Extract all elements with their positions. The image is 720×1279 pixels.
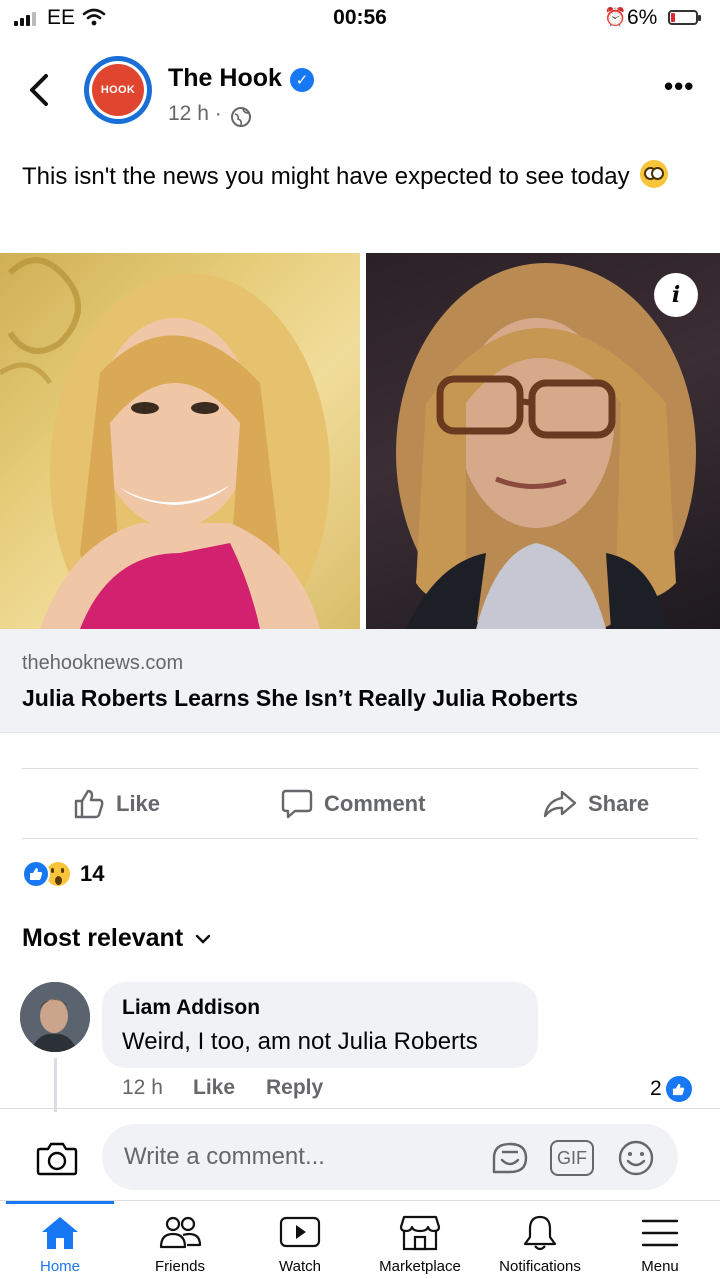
tab-marketplace[interactable]: Marketplace xyxy=(360,1212,480,1275)
post-text: This isn't the news you might have expec… xyxy=(22,156,682,198)
emoji-icon[interactable] xyxy=(614,1136,658,1180)
battery-icon xyxy=(668,10,701,25)
tab-friends-label: Friends xyxy=(154,1258,206,1275)
info-icon[interactable]: i xyxy=(654,273,698,317)
reactions-summary[interactable]: 14 xyxy=(22,858,104,890)
camera-icon[interactable] xyxy=(36,1140,78,1176)
share-label: Share xyxy=(588,791,650,816)
comment-sort-dropdown[interactable]: Most relevant xyxy=(22,924,211,953)
post-timestamp[interactable]: 12 h · xyxy=(168,102,222,126)
tab-notifications-label: Notifications xyxy=(499,1258,581,1275)
back-arrow-icon[interactable] xyxy=(24,72,54,108)
share-icon xyxy=(543,790,577,818)
divider xyxy=(22,838,698,839)
like-button[interactable]: Like xyxy=(72,784,160,824)
divider xyxy=(22,768,698,769)
home-icon xyxy=(42,1217,78,1249)
tab-home[interactable]: Home xyxy=(0,1212,120,1275)
post-image-left[interactable] xyxy=(0,253,360,629)
bell-icon xyxy=(523,1215,557,1251)
comment-likes[interactable]: 2 xyxy=(650,1076,692,1102)
menu-icon xyxy=(641,1219,679,1247)
like-reaction-icon xyxy=(665,1076,692,1102)
alarm-icon: ⏰ xyxy=(604,7,627,27)
page-name[interactable]: The Hook xyxy=(168,64,282,93)
post-text-content: This isn't the news you might have expec… xyxy=(22,163,630,190)
comment-input-placeholder[interactable]: Write a comment... xyxy=(124,1143,325,1171)
thumbs-up-icon xyxy=(74,789,104,819)
comment-time[interactable]: 12 h xyxy=(122,1076,163,1100)
active-tab-indicator xyxy=(6,1201,114,1204)
more-options-icon[interactable]: ••• xyxy=(664,73,694,99)
comment-avatar[interactable] xyxy=(20,982,90,1052)
comment-button[interactable]: Comment xyxy=(280,784,425,824)
like-label: Like xyxy=(116,791,161,816)
status-bar: EE 00:56 ⏰ 6% xyxy=(0,0,720,38)
gif-button[interactable]: GIF xyxy=(550,1140,594,1176)
watch-icon xyxy=(279,1216,321,1248)
comment-like-button[interactable]: Like xyxy=(193,1076,235,1100)
friends-icon xyxy=(159,1216,202,1249)
chevron-down-icon xyxy=(195,934,211,944)
comment-label: Comment xyxy=(324,791,426,816)
thread-line xyxy=(54,1058,57,1112)
verified-badge-icon: ✓ xyxy=(290,68,314,92)
tab-home-label: Home xyxy=(39,1258,80,1275)
link-domain[interactable]: thehooknews.com xyxy=(22,652,183,675)
page-avatar[interactable]: HOOK xyxy=(84,56,152,124)
marketplace-icon xyxy=(399,1215,441,1251)
tab-watch-label: Watch xyxy=(279,1258,321,1275)
globe-icon xyxy=(231,107,251,127)
comment-icon xyxy=(281,789,313,819)
tab-notifications[interactable]: Notifications xyxy=(480,1212,600,1275)
divider xyxy=(0,1108,720,1109)
tab-menu[interactable]: Menu xyxy=(600,1212,720,1275)
comment-like-count: 2 xyxy=(650,1077,662,1100)
tab-friends[interactable]: Friends xyxy=(120,1212,240,1275)
flushed-emoji-icon xyxy=(640,160,669,188)
link-preview[interactable] xyxy=(0,629,720,733)
comment-author[interactable]: Liam Addison xyxy=(122,996,260,1020)
comment-reply-button[interactable]: Reply xyxy=(266,1076,323,1100)
tab-watch[interactable]: Watch xyxy=(240,1212,360,1275)
sort-label: Most relevant xyxy=(22,924,184,952)
link-title[interactable]: Julia Roberts Learns She Isn’t Really Ju… xyxy=(22,685,578,712)
tab-menu-label: Menu xyxy=(641,1258,679,1275)
like-reaction-icon xyxy=(22,860,50,888)
battery-percent: 6% xyxy=(627,6,658,29)
avatar-sticker-icon[interactable] xyxy=(488,1136,532,1180)
reaction-count: 14 xyxy=(80,861,105,886)
share-button[interactable]: Share xyxy=(542,784,649,824)
comment-text: Weird, I too, am not Julia Roberts xyxy=(122,1028,478,1055)
tab-marketplace-label: Marketplace xyxy=(379,1258,461,1275)
page-logo: HOOK xyxy=(92,64,144,116)
